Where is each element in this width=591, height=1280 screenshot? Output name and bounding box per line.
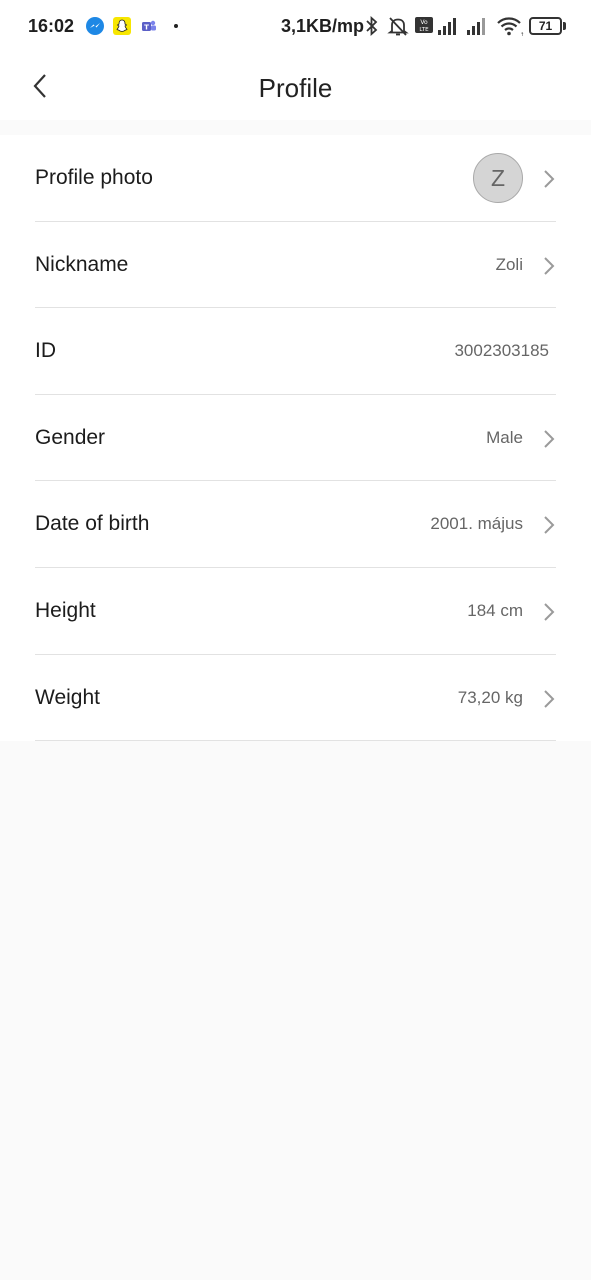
- nickname-row[interactable]: Nickname Zoli: [0, 222, 591, 309]
- signal-icon: [437, 15, 461, 42]
- back-button[interactable]: [22, 68, 58, 104]
- chevron-right-icon: [544, 689, 555, 708]
- battery-icon: 71: [529, 17, 562, 35]
- top-app-bar: Profile: [0, 52, 591, 120]
- id-value: 3002303185: [454, 341, 549, 361]
- svg-text:↑↓: ↑↓: [520, 32, 524, 37]
- id-label: ID: [35, 339, 56, 363]
- weight-value: 73,20 kg: [457, 687, 523, 707]
- height-value: 184 cm: [467, 600, 523, 620]
- id-row: ID 3002303185: [0, 308, 591, 395]
- status-bar: 16:02 T 3,1KB/mp VoLTE ↑↓ 71: [0, 0, 591, 52]
- profile-photo-row[interactable]: Profile photo Z: [0, 135, 591, 222]
- notifications-off-icon: [387, 15, 409, 42]
- chevron-right-icon: [544, 516, 555, 535]
- avatar: Z: [473, 153, 523, 203]
- more-notifications-dot: [174, 24, 178, 28]
- svg-text:T: T: [144, 24, 149, 32]
- bluetooth-icon: [364, 15, 380, 42]
- gender-value: Male: [486, 427, 523, 447]
- chevron-right-icon: [544, 430, 555, 448]
- wifi-icon: ↑↓: [496, 15, 528, 42]
- gender-label: Gender: [35, 425, 106, 449]
- height-label: Height: [35, 598, 96, 622]
- chevron-right-icon: [544, 170, 555, 188]
- signal-icon: [466, 15, 490, 42]
- svg-text:Vo: Vo: [420, 19, 428, 26]
- gender-row[interactable]: Gender Male: [0, 395, 591, 482]
- date-of-birth-value: 2001. május: [430, 514, 523, 534]
- nickname-label: Nickname: [35, 252, 129, 276]
- status-time: 16:02: [28, 16, 75, 36]
- svg-text:LTE: LTE: [419, 27, 429, 33]
- chevron-right-icon: [544, 256, 555, 275]
- height-row[interactable]: Height 184 cm: [0, 568, 591, 655]
- network-speed: 3,1KB/mp: [281, 16, 365, 36]
- weight-label: Weight: [35, 685, 100, 709]
- profile-settings-list: Profile photo Z Nickname Zoli ID 3002303…: [0, 135, 591, 741]
- nickname-value: Zoli: [495, 254, 523, 274]
- date-of-birth-row[interactable]: Date of birth 2001. május: [0, 481, 591, 568]
- chevron-right-icon: [544, 603, 555, 621]
- chevron-left-icon: [33, 74, 46, 98]
- snapchat-icon: [113, 17, 131, 35]
- messenger-icon: [86, 17, 104, 35]
- teams-icon: T: [141, 17, 157, 35]
- weight-row[interactable]: Weight 73,20 kg: [0, 655, 591, 742]
- battery-tip: [563, 22, 566, 30]
- date-of-birth-label: Date of birth: [35, 512, 150, 536]
- profile-photo-label: Profile photo: [35, 166, 153, 189]
- page-title: Profile: [258, 73, 333, 103]
- volte-icon: Vo LTE: [414, 15, 434, 40]
